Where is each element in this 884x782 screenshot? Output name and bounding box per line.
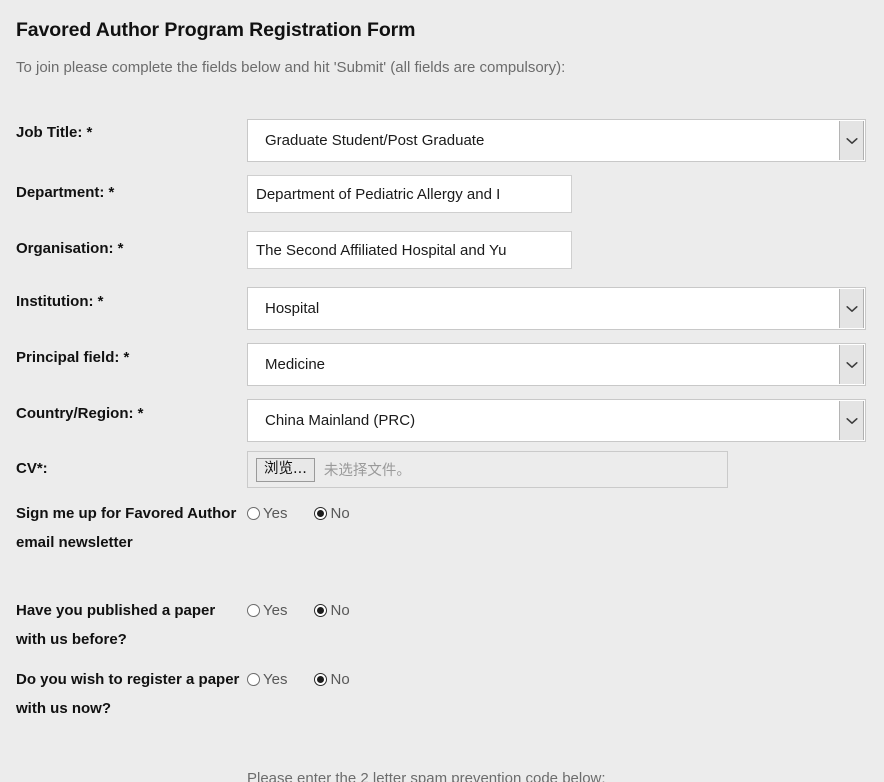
field-control-country-region: China Mainland (PRC) xyxy=(247,399,866,442)
field-control-principal-field: Medicine xyxy=(247,343,866,386)
department-input-value: Department of Pediatric Allergy and I xyxy=(256,185,501,203)
institution-select-value: Hospital xyxy=(265,300,320,317)
principal-field-select[interactable]: Medicine xyxy=(247,343,866,386)
newsletter-radio-no-label: No xyxy=(330,504,350,522)
cv-browse-button[interactable]: 浏览... xyxy=(256,457,315,482)
organisation-input-value: The Second Affiliated Hospital and Yu xyxy=(256,241,507,259)
newsletter-radio-yes[interactable]: Yes xyxy=(247,505,287,522)
form-row-register-paper: Do you wish to register a paper with us … xyxy=(0,669,884,766)
register-paper-radio-yes-label: Yes xyxy=(263,670,288,688)
organisation-input[interactable]: The Second Affiliated Hospital and Yu xyxy=(247,231,572,269)
field-label-published-before: Have you published a paper with us befor… xyxy=(16,602,216,648)
published-before-radio-no[interactable]: No xyxy=(314,601,350,619)
radio-unselected-icon[interactable] xyxy=(247,506,260,520)
field-label-principal-field: Principal field: * xyxy=(16,349,130,366)
field-control-job-title: Graduate Student/Post Graduate xyxy=(247,119,866,162)
newsletter-radio-yes-label: Yes xyxy=(263,504,288,522)
field-label-newsletter: Sign me up for Favored Author email news… xyxy=(16,505,237,551)
chevron-down-icon[interactable] xyxy=(839,289,864,328)
field-control-department: Department of Pediatric Allergy and I xyxy=(247,175,572,213)
field-control-published-before: Yes No xyxy=(247,600,350,620)
radio-unselected-icon[interactable] xyxy=(247,603,260,617)
published-before-radio-group: Yes No xyxy=(247,600,350,620)
form-row-country-region: Country/Region: * China Mainland (PRC) xyxy=(0,391,884,447)
country-region-select-value: China Mainland (PRC) xyxy=(265,412,416,429)
institution-select[interactable]: Hospital xyxy=(247,287,866,330)
newsletter-radio-no[interactable]: No xyxy=(314,504,350,522)
spam-code-note: Please enter the 2 letter spam preventio… xyxy=(247,770,606,782)
job-title-select-value: Graduate Student/Post Graduate xyxy=(265,132,485,149)
country-region-select[interactable]: China Mainland (PRC) xyxy=(247,399,866,442)
field-label-organisation: Organisation: * xyxy=(16,240,124,257)
form-row-institution: Institution: * Hospital xyxy=(0,279,884,335)
form-row-published-before: Have you published a paper with us befor… xyxy=(0,600,884,669)
field-label-country-region: Country/Region: * xyxy=(16,405,144,422)
published-before-radio-yes-label: Yes xyxy=(263,601,288,619)
form-row-organisation: Organisation: * The Second Affiliated Ho… xyxy=(0,224,884,279)
form-row-job-title: Job Title: * Graduate Student/Post Gradu… xyxy=(0,112,884,168)
field-control-organisation: The Second Affiliated Hospital and Yu xyxy=(247,231,572,269)
register-paper-radio-group: Yes No xyxy=(247,669,350,689)
registration-form-page: Favored Author Program Registration Form… xyxy=(0,0,884,782)
field-label-register-paper: Do you wish to register a paper with us … xyxy=(16,671,240,717)
field-label-job-title: Job Title: * xyxy=(16,124,93,141)
field-control-institution: Hospital xyxy=(247,287,866,330)
cv-file-input[interactable]: 浏览... 未选择文件。 xyxy=(247,451,728,488)
radio-selected-icon[interactable] xyxy=(314,672,328,686)
job-title-select[interactable]: Graduate Student/Post Graduate xyxy=(247,119,866,162)
field-label-department: Department: * xyxy=(16,184,115,201)
department-input[interactable]: Department of Pediatric Allergy and I xyxy=(247,175,572,213)
register-paper-radio-no-label: No xyxy=(330,670,350,688)
field-control-register-paper: Yes No xyxy=(247,669,350,689)
register-paper-radio-no[interactable]: No xyxy=(314,670,350,688)
form-row-department: Department: * Department of Pediatric Al… xyxy=(0,168,884,224)
radio-unselected-icon[interactable] xyxy=(247,672,260,686)
register-paper-radio-yes[interactable]: Yes xyxy=(247,671,287,688)
chevron-down-icon[interactable] xyxy=(839,345,864,384)
form-row-cv: CV*: 浏览... 未选择文件。 xyxy=(0,447,884,503)
chevron-down-icon[interactable] xyxy=(839,401,864,440)
field-label-institution: Institution: * xyxy=(16,293,104,310)
radio-selected-icon[interactable] xyxy=(314,506,328,520)
field-control-newsletter: Yes No xyxy=(247,503,350,523)
cv-file-status: 未选择文件。 xyxy=(323,463,411,479)
published-before-radio-no-label: No xyxy=(330,601,350,619)
newsletter-radio-group: Yes No xyxy=(247,503,350,523)
field-control-cv: 浏览... 未选择文件。 xyxy=(247,451,728,488)
form-row-principal-field: Principal field: * Medicine xyxy=(0,335,884,391)
page-title: Favored Author Program Registration Form xyxy=(16,19,416,41)
chevron-down-icon[interactable] xyxy=(839,121,864,160)
principal-field-select-value: Medicine xyxy=(265,356,326,373)
page-subtitle: To join please complete the fields below… xyxy=(16,59,566,76)
registration-form: Job Title: * Graduate Student/Post Gradu… xyxy=(0,112,884,766)
field-label-cv: CV*: xyxy=(16,460,48,477)
radio-selected-icon[interactable] xyxy=(314,603,328,617)
published-before-radio-yes[interactable]: Yes xyxy=(247,602,287,619)
form-row-newsletter: Sign me up for Favored Author email news… xyxy=(0,503,884,600)
